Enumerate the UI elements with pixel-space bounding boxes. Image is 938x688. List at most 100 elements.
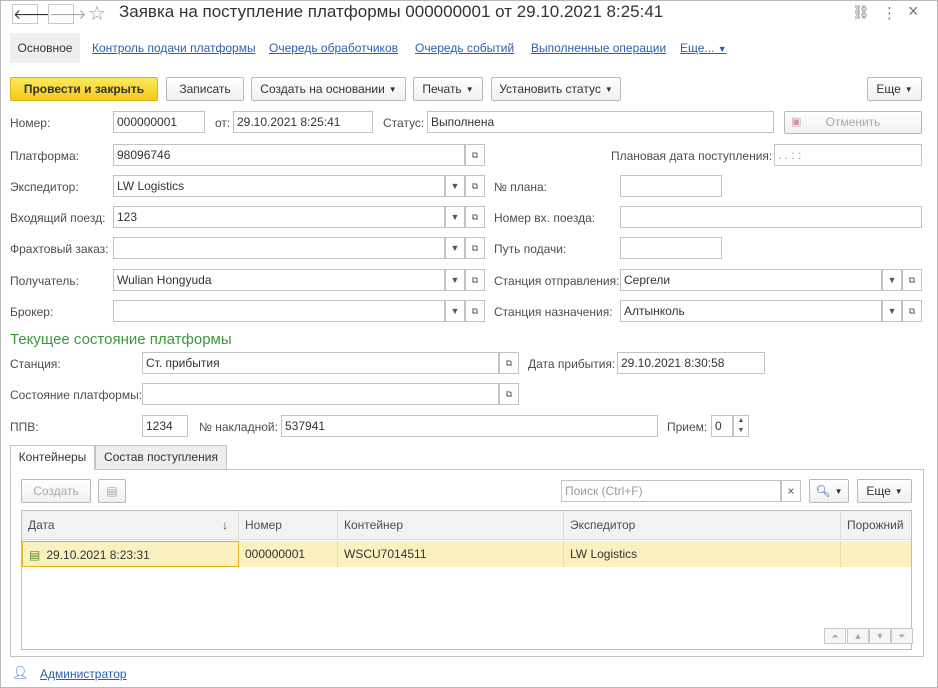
platform-state-field[interactable]	[142, 383, 499, 405]
stepper-up-icon[interactable]: ▲	[734, 416, 748, 426]
dropdown-arrow-icon: ▼	[604, 84, 613, 94]
column-header-container[interactable]: Контейнер	[338, 511, 564, 540]
dropdown-arrow-icon[interactable]: ▼	[882, 269, 902, 291]
dropdown-arrow-icon[interactable]: ▼	[445, 206, 465, 228]
dropdown-arrow-icon[interactable]: ▼	[445, 175, 465, 197]
column-header-number[interactable]: Номер	[239, 511, 338, 540]
tab-more[interactable]: Еще... ▼	[680, 41, 727, 55]
incoming-train-number-field[interactable]	[620, 206, 922, 228]
containers-more-button[interactable]: Еще ▼	[857, 479, 912, 503]
scroll-up-icon[interactable]: ▲	[847, 628, 869, 644]
planned-date-field[interactable]: . . : :	[774, 144, 922, 166]
reception-field[interactable]: 0	[711, 415, 733, 437]
row-date-cell[interactable]: ▤ 29.10.2021 8:23:31	[22, 541, 239, 567]
arrow-left-icon: 🡐	[13, 6, 51, 22]
tab-handlers-queue[interactable]: Очередь обработчиков	[269, 41, 398, 55]
dropdown-arrow-icon: ▼	[388, 84, 397, 94]
column-header-date-label: Дата	[28, 518, 55, 532]
row-container: WSCU7014511	[338, 541, 564, 567]
dropdown-arrow-icon[interactable]: ▼	[445, 300, 465, 322]
open-icon[interactable]: ⧉	[902, 300, 922, 322]
tab-more-label: Еще...	[680, 41, 715, 55]
open-icon[interactable]: ⧉	[465, 300, 485, 322]
station-label: Станция:	[10, 357, 61, 371]
tab-containers[interactable]: Контейнеры	[10, 445, 95, 470]
containers-table: Дата ↓ Номер Контейнер Экспедитор Порожни…	[21, 510, 912, 650]
date-field[interactable]: 29.10.2021 8:25:41	[233, 111, 373, 133]
set-status-button[interactable]: Установить статус ▼	[491, 77, 621, 101]
plan-number-label: № плана:	[494, 180, 548, 194]
tab-main[interactable]: Основное	[10, 33, 80, 63]
print-label: Печать	[422, 82, 462, 96]
more-button[interactable]: Еще ▼	[867, 77, 922, 101]
incoming-train-field[interactable]: 123	[113, 206, 445, 228]
clear-search-icon[interactable]: ×	[781, 480, 801, 502]
forwarder-field[interactable]: LW Logistics	[113, 175, 445, 197]
platform-state-label: Состояние платформы:	[10, 388, 143, 402]
status-field[interactable]: Выполнена	[427, 111, 774, 133]
stepper-down-icon[interactable]: ▼	[734, 426, 748, 436]
status-label: Статус:	[383, 116, 425, 130]
number-field[interactable]: 000000001	[113, 111, 205, 133]
arrival-date-field[interactable]: 29.10.2021 8:30:58	[617, 352, 765, 374]
dropdown-arrow-icon[interactable]: ▼	[445, 269, 465, 291]
destination-station-label: Станция назначения:	[494, 305, 613, 319]
dropdown-arrow-icon: ▼	[904, 84, 913, 94]
cancel-status-button[interactable]: ▣ Отменить	[784, 111, 922, 134]
dropdown-arrow-icon: ▼	[465, 84, 474, 94]
open-icon[interactable]: ⧉	[465, 206, 485, 228]
more-label: Еще	[876, 82, 901, 96]
search-button[interactable]: 🔍︎ ▼	[809, 479, 849, 503]
freight-order-field[interactable]	[113, 237, 445, 259]
open-icon[interactable]: ⧉	[465, 144, 485, 166]
tab-events-queue[interactable]: Очередь событий	[415, 41, 514, 55]
open-icon[interactable]: ⧉	[465, 269, 485, 291]
open-icon[interactable]: ⧉	[902, 269, 922, 291]
dropdown-arrow-icon: ▼	[834, 486, 843, 496]
waybill-field[interactable]: 537941	[281, 415, 658, 437]
set-status-label: Установить статус	[499, 82, 601, 96]
column-header-forwarder[interactable]: Экспедитор	[564, 511, 841, 540]
more-vertical-icon[interactable]: ⋮	[882, 4, 897, 22]
create-container-button[interactable]: Создать	[21, 479, 91, 503]
column-header-empty[interactable]: Порожний	[841, 511, 911, 540]
create-based-on-button[interactable]: Создать на основании ▼	[251, 77, 406, 101]
recipient-field[interactable]: Wulian Hongyuda	[113, 269, 445, 291]
row-date: 29.10.2021 8:23:31	[46, 548, 150, 562]
tab-completed-operations[interactable]: Выполненные операции	[531, 41, 666, 55]
reception-stepper[interactable]: ▲ ▼	[733, 415, 749, 437]
close-icon[interactable]: ×	[908, 1, 919, 22]
open-icon[interactable]: ⧉	[499, 383, 519, 405]
search-input[interactable]: Поиск (Ctrl+F)	[561, 480, 781, 502]
column-header-date[interactable]: Дата ↓	[22, 511, 239, 540]
scroll-down-icon[interactable]: ▼	[869, 628, 891, 644]
scroll-last-icon[interactable]: ⏷	[891, 628, 913, 644]
plan-number-field[interactable]	[620, 175, 722, 197]
tab-composition[interactable]: Состав поступления	[95, 445, 227, 470]
track-field[interactable]	[620, 237, 722, 259]
destination-station-field[interactable]: Алтынколь	[620, 300, 882, 322]
open-icon[interactable]: ⧉	[465, 237, 485, 259]
station-field[interactable]: Ст. прибытия	[142, 352, 499, 374]
table-row[interactable]: ▤ 29.10.2021 8:23:31 000000001 WSCU701451…	[22, 541, 911, 567]
departure-station-field[interactable]: Сергели	[620, 269, 882, 291]
open-icon[interactable]: ⧉	[465, 175, 485, 197]
broker-field[interactable]	[113, 300, 445, 322]
back-button[interactable]: 🡐	[12, 4, 51, 24]
forward-button[interactable]: 🡒	[48, 4, 87, 24]
platform-field[interactable]: 98096746	[113, 144, 465, 166]
post-and-close-button[interactable]: Провести и закрыть	[10, 77, 158, 101]
scroll-first-icon[interactable]: ⏶	[824, 628, 846, 644]
dropdown-arrow-icon[interactable]: ▼	[882, 300, 902, 322]
link-icon[interactable]: ⛓	[852, 4, 870, 21]
ppv-field[interactable]: 1234	[142, 415, 188, 437]
print-button[interactable]: Печать ▼	[413, 77, 483, 101]
dropdown-arrow-icon: ▼	[894, 486, 903, 496]
current-user-link[interactable]: Администратор	[40, 667, 127, 681]
dropdown-arrow-icon[interactable]: ▼	[445, 237, 465, 259]
favorite-star-icon[interactable]: ☆	[88, 1, 106, 26]
save-button[interactable]: Записать	[166, 77, 244, 101]
open-icon[interactable]: ⧉	[499, 352, 519, 374]
copy-icon[interactable]: ▤	[98, 479, 126, 503]
tab-platform-control[interactable]: Контроль подачи платформы	[92, 41, 256, 55]
